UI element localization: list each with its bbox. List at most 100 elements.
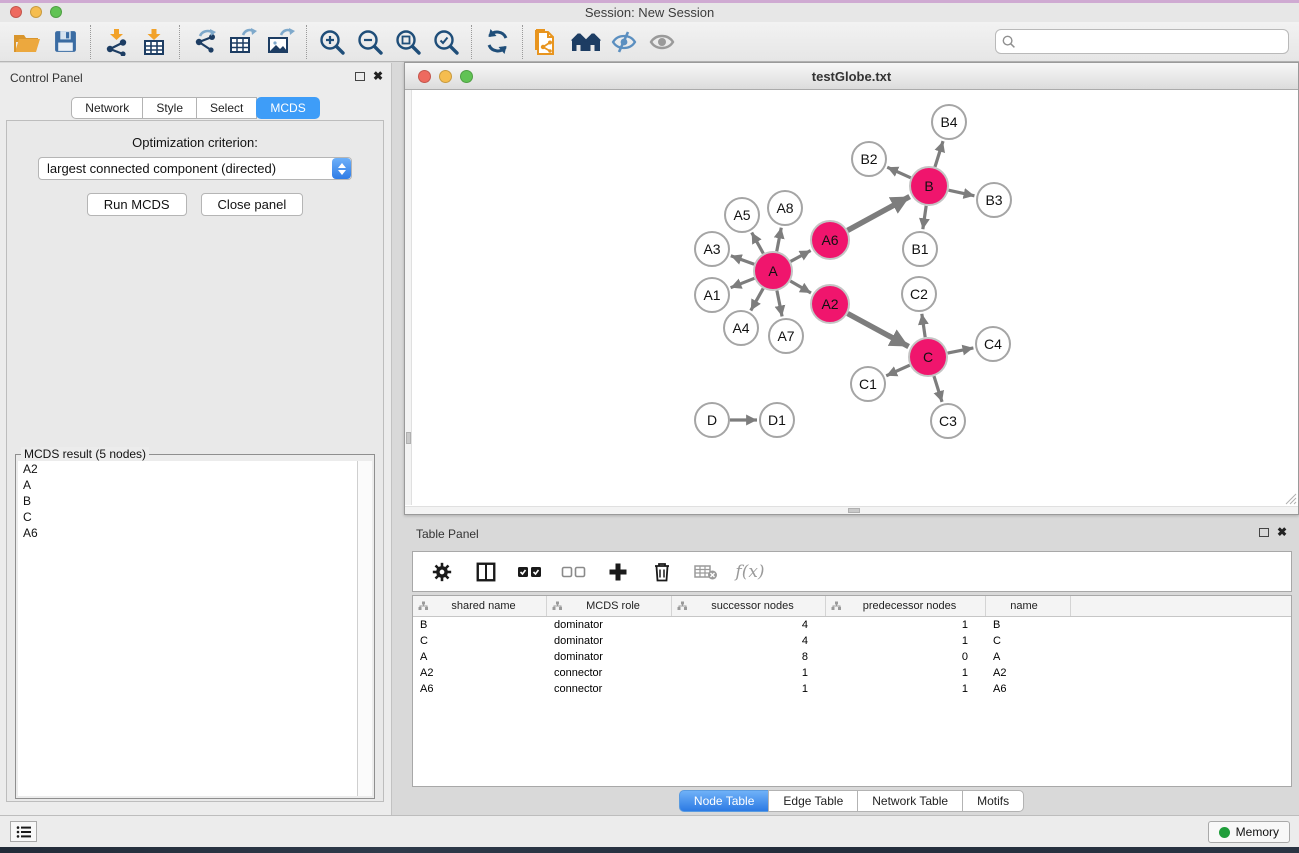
close-table-panel-icon[interactable]: ✖ [1277,527,1287,537]
zoom-fit-button[interactable] [389,25,427,59]
table-row[interactable]: Cdominator41C [413,633,1291,649]
table-cell[interactable]: B [413,619,547,631]
table-cell[interactable]: dominator [547,635,672,647]
show-columns-button[interactable] [469,557,503,587]
network-vertical-scrollbar[interactable] [405,90,412,505]
tab-style[interactable]: Style [142,97,197,119]
graph-node-A7[interactable]: A7 [769,319,803,353]
function-builder-button[interactable]: f(x) [733,557,767,587]
table-cell[interactable]: 1 [826,635,986,647]
resize-grip-icon[interactable] [1285,493,1297,505]
save-session-button[interactable] [46,25,84,59]
mcds-result-item[interactable]: B [18,493,357,509]
table-cell[interactable]: A [413,651,547,663]
mcds-result-item[interactable]: A [18,477,357,493]
horizontal-scroll-thumb[interactable] [848,508,860,513]
column-header-shared-name[interactable]: shared name [413,596,547,616]
vertical-scroll-thumb[interactable] [406,432,411,444]
column-header-successor-nodes[interactable]: successor nodes [672,596,826,616]
table-cell[interactable]: C [986,635,1071,647]
tab-network[interactable]: Network [71,97,143,119]
table-cell[interactable]: connector [547,683,672,695]
zoom-out-button[interactable] [351,25,389,59]
delete-table-button[interactable] [689,557,723,587]
import-network-button[interactable] [97,25,135,59]
tab-motifs[interactable]: Motifs [962,790,1024,812]
new-network-from-selection-button[interactable] [529,25,567,59]
column-header-predecessor-nodes[interactable]: predecessor nodes [826,596,986,616]
graph-node-C[interactable]: C [909,338,947,376]
network-horizontal-scrollbar[interactable] [405,506,1298,514]
export-table-button[interactable] [224,25,262,59]
graph-node-A6[interactable]: A6 [811,221,849,259]
table-cell[interactable]: C [413,635,547,647]
table-cell[interactable]: 0 [826,651,986,663]
import-table-button[interactable] [135,25,173,59]
float-table-panel-icon[interactable] [1259,528,1269,537]
show-all-button[interactable] [643,25,681,59]
network-canvas[interactable]: B4B2BB3A8A5A6A3B1AA1C2A2A4A7C4CC1DD1C3 [405,90,1298,514]
graph-node-C4[interactable]: C4 [976,327,1010,361]
table-cell[interactable]: A2 [413,667,547,679]
table-cell[interactable]: 1 [672,667,826,679]
zoom-in-button[interactable] [313,25,351,59]
graph-node-A8[interactable]: A8 [768,191,802,225]
graph-node-A1[interactable]: A1 [695,278,729,312]
graph-node-B2[interactable]: B2 [852,142,886,176]
table-cell[interactable]: 8 [672,651,826,663]
tab-node-table[interactable]: Node Table [679,790,770,812]
export-image-button[interactable] [262,25,300,59]
table-cell[interactable]: dominator [547,619,672,631]
table-settings-button[interactable] [425,557,459,587]
graph-node-B[interactable]: B [910,167,948,205]
graph-node-C3[interactable]: C3 [931,404,965,438]
table-cell[interactable]: 1 [826,683,986,695]
column-header-name[interactable]: name [986,596,1071,616]
graph-node-A5[interactable]: A5 [725,198,759,232]
mcds-result-item[interactable]: A6 [18,525,357,541]
deselect-all-rows-button[interactable] [557,557,591,587]
table-cell[interactable]: A2 [986,667,1071,679]
table-cell[interactable]: connector [547,667,672,679]
mcds-result-scrollbar[interactable] [358,461,372,796]
float-panel-icon[interactable] [355,72,365,81]
graph-node-C2[interactable]: C2 [902,277,936,311]
table-cell[interactable]: 1 [826,667,986,679]
tab-edge-table[interactable]: Edge Table [768,790,858,812]
close-panel-button[interactable]: Close panel [201,193,304,216]
open-session-button[interactable] [8,25,46,59]
table-row[interactable]: Adominator80A [413,649,1291,665]
table-row[interactable]: Bdominator41B [413,617,1291,633]
table-cell[interactable]: B [986,619,1071,631]
table-row[interactable]: A6connector11A6 [413,681,1291,697]
graph-node-D1[interactable]: D1 [760,403,794,437]
add-column-button[interactable] [601,557,635,587]
graph-node-B4[interactable]: B4 [932,105,966,139]
graph-node-B3[interactable]: B3 [977,183,1011,217]
table-cell[interactable]: A6 [413,683,547,695]
zoom-selected-button[interactable] [427,25,465,59]
mcds-result-item[interactable]: A2 [18,461,357,477]
memory-button[interactable]: Memory [1208,821,1290,843]
graph-node-C1[interactable]: C1 [851,367,885,401]
table-cell[interactable]: dominator [547,651,672,663]
delete-column-button[interactable] [645,557,679,587]
tab-select[interactable]: Select [196,97,257,119]
select-all-rows-button[interactable] [513,557,547,587]
export-network-button[interactable] [186,25,224,59]
table-cell[interactable]: A [986,651,1071,663]
close-panel-icon[interactable]: ✖ [373,71,383,81]
column-header-MCDS-role[interactable]: MCDS role [547,596,672,616]
table-cell[interactable]: 1 [672,683,826,695]
hide-selected-button[interactable] [605,25,643,59]
search-input[interactable] [1016,35,1282,49]
graph-node-A2[interactable]: A2 [811,285,849,323]
table-cell[interactable]: A6 [986,683,1071,695]
graph-node-D[interactable]: D [695,403,729,437]
graph-node-A3[interactable]: A3 [695,232,729,266]
table-row[interactable]: A2connector11A2 [413,665,1291,681]
first-neighbors-button[interactable] [567,25,605,59]
criterion-dropdown[interactable]: largest connected component (directed) [38,157,352,180]
show-panels-button[interactable] [10,821,37,842]
tab-mcds[interactable]: MCDS [256,97,319,119]
